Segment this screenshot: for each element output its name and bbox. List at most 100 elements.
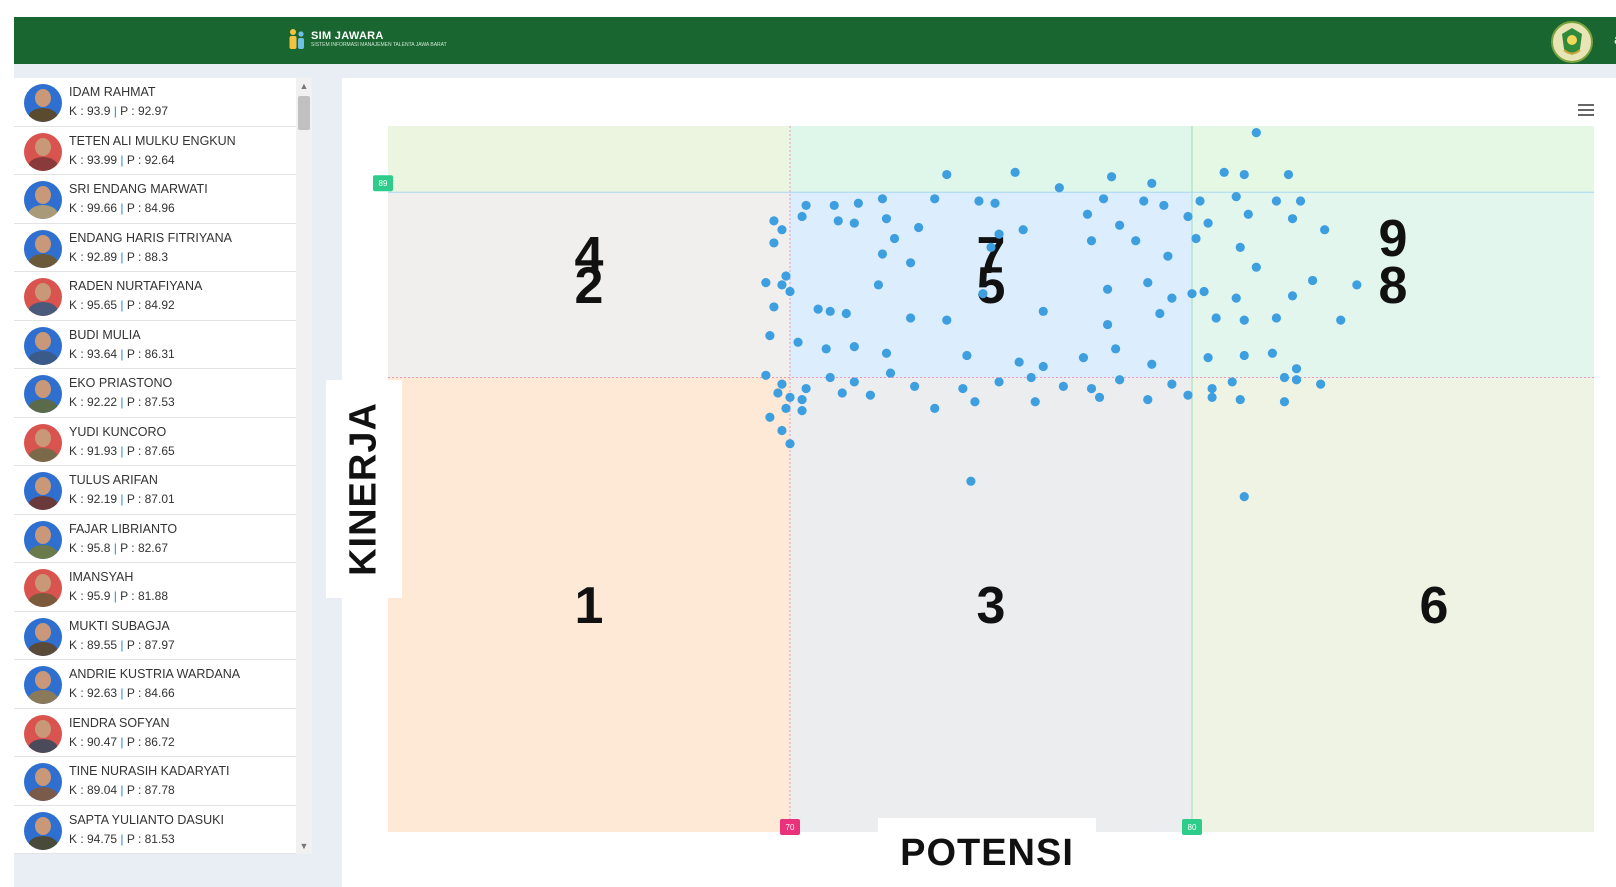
data-point xyxy=(1014,357,1024,367)
data-point xyxy=(1030,397,1040,407)
data-point xyxy=(881,348,892,358)
data-point xyxy=(1239,350,1249,361)
data-point xyxy=(994,377,1004,387)
box-label-4: 4 xyxy=(575,227,604,285)
data-point xyxy=(1078,353,1089,363)
data-point xyxy=(1251,128,1261,138)
data-point xyxy=(813,304,823,314)
box-9 xyxy=(1192,126,1594,193)
box-label-1: 1 xyxy=(575,577,604,635)
data-point xyxy=(1239,315,1249,325)
data-point xyxy=(1038,306,1048,316)
data-point xyxy=(865,390,876,400)
data-point xyxy=(970,397,980,407)
box-7 xyxy=(790,126,1192,193)
data-point xyxy=(1316,379,1326,389)
data-point xyxy=(777,225,787,235)
data-point xyxy=(877,249,888,259)
data-point xyxy=(1098,194,1109,204)
data-point xyxy=(914,222,924,233)
data-point xyxy=(1336,315,1346,325)
data-point xyxy=(881,214,892,224)
data-point xyxy=(1251,262,1261,272)
data-point xyxy=(1203,353,1213,363)
data-point xyxy=(1235,242,1245,252)
data-point xyxy=(1239,169,1249,180)
data-point xyxy=(1187,289,1197,299)
data-point xyxy=(781,403,791,413)
data-point xyxy=(821,344,831,354)
data-point xyxy=(1159,200,1169,211)
data-point xyxy=(1287,214,1298,224)
data-point xyxy=(1279,397,1290,407)
nine-box-scatter-chart: 12435768970 8089 xyxy=(373,126,1594,835)
data-point xyxy=(978,289,988,299)
data-point xyxy=(930,194,940,204)
data-point xyxy=(765,330,775,341)
data-point xyxy=(849,342,859,352)
data-point xyxy=(966,476,976,486)
data-point xyxy=(777,280,787,290)
data-point xyxy=(1195,196,1205,206)
data-point xyxy=(877,194,888,204)
data-point xyxy=(1231,293,1241,303)
data-point xyxy=(1026,372,1036,383)
data-point xyxy=(1271,196,1282,206)
data-point xyxy=(853,198,863,208)
data-point xyxy=(1054,183,1064,193)
data-point xyxy=(1018,225,1028,235)
data-point xyxy=(1283,169,1294,180)
data-point xyxy=(1102,284,1113,294)
data-point xyxy=(1352,280,1362,290)
data-point xyxy=(990,198,1000,208)
data-point xyxy=(1107,172,1117,182)
chart-menu-icon[interactable] xyxy=(1578,104,1594,116)
data-point xyxy=(1231,192,1241,202)
data-point xyxy=(769,216,779,226)
data-point xyxy=(781,271,791,281)
data-point xyxy=(942,169,952,180)
data-point xyxy=(910,381,920,391)
data-point xyxy=(829,200,839,211)
data-point xyxy=(801,200,811,211)
data-point xyxy=(1139,196,1149,206)
data-point xyxy=(1038,361,1048,372)
data-point xyxy=(849,218,859,228)
data-point xyxy=(1219,167,1229,177)
data-point xyxy=(1279,372,1290,383)
data-point xyxy=(1199,286,1209,297)
data-point xyxy=(837,388,847,398)
data-point xyxy=(1211,313,1221,323)
data-point xyxy=(1287,291,1298,301)
data-point xyxy=(942,315,952,325)
data-point xyxy=(1086,236,1097,246)
data-point xyxy=(841,308,851,319)
data-point xyxy=(797,394,807,405)
data-point xyxy=(1235,394,1245,405)
data-point xyxy=(797,406,807,416)
box-label-6: 6 xyxy=(1420,577,1449,635)
data-point xyxy=(825,306,835,316)
data-point xyxy=(1207,383,1217,394)
data-point xyxy=(906,313,916,323)
data-point xyxy=(765,412,775,422)
data-point xyxy=(1295,196,1306,206)
data-point xyxy=(873,280,884,290)
data-point xyxy=(1115,375,1125,385)
data-point xyxy=(1267,348,1277,358)
data-point xyxy=(1155,308,1165,319)
data-point xyxy=(1167,379,1177,389)
data-point xyxy=(1143,278,1153,288)
data-point xyxy=(777,379,787,389)
data-point xyxy=(1094,392,1105,402)
data-point xyxy=(1115,220,1125,230)
data-point xyxy=(785,392,795,402)
data-point xyxy=(1291,375,1302,385)
data-point xyxy=(1239,492,1249,502)
data-point xyxy=(1082,209,1093,219)
x-axis-title: POTENSI xyxy=(878,818,1096,880)
data-point xyxy=(797,211,807,222)
data-point xyxy=(801,383,811,394)
box-label-3: 3 xyxy=(977,577,1006,635)
y-axis-title: KINERJA xyxy=(326,380,402,598)
